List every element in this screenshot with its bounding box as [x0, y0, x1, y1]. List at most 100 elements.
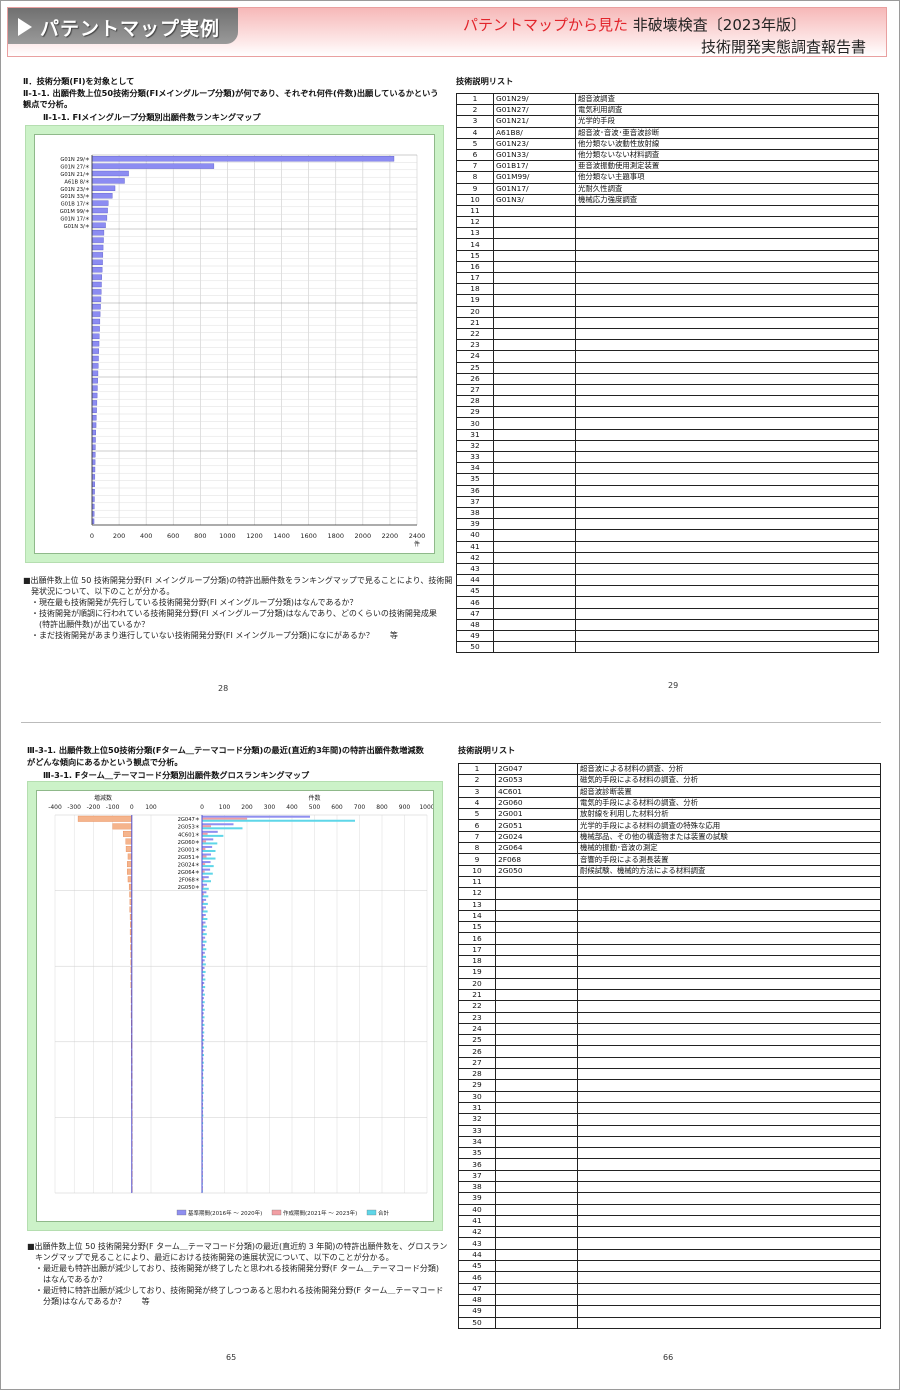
- class-code: [495, 1169, 578, 1182]
- category-label: G01M 99/＊: [60, 209, 90, 215]
- description: [575, 249, 879, 262]
- row-number: 15: [458, 921, 496, 934]
- table-row: 1 2G047 超音波による材料の調査、分析: [458, 762, 881, 776]
- table-row: 21: [458, 988, 881, 1002]
- row-number: 17: [456, 271, 494, 285]
- table-row: 5 2G001 放射線を利用した材料分析: [458, 808, 881, 821]
- analysis-heading-line2: 観点で分析。: [23, 99, 73, 109]
- class-code: [495, 977, 578, 990]
- row-number: 10: [458, 864, 496, 877]
- category-label: G01N 23/＊: [60, 187, 90, 193]
- class-code: [495, 875, 578, 889]
- description: [575, 216, 879, 229]
- class-code: [493, 484, 576, 497]
- x-tick-label: 800: [376, 804, 388, 811]
- table-row: 32: [456, 439, 879, 453]
- row-number: 16: [456, 260, 494, 274]
- fterm-gross-ranking-chart: -400 -300 -200 -100 0 100 増減数 0 100 200 300 400 500 6…: [36, 790, 434, 1222]
- series-bar: [202, 955, 207, 958]
- class-code: [495, 1113, 578, 1126]
- bar: [91, 444, 96, 450]
- table-row: 39: [458, 1192, 881, 1205]
- description: [575, 316, 879, 329]
- description: [577, 909, 881, 923]
- class-code: G01N17/: [493, 182, 576, 195]
- description: [575, 395, 879, 408]
- row-number: 12: [458, 887, 496, 900]
- table-row: 48: [458, 1293, 881, 1307]
- x-tick-label: 1400: [273, 532, 290, 540]
- table-row: 22: [458, 1000, 881, 1013]
- class-code: [493, 227, 576, 240]
- row-number: 45: [458, 1260, 496, 1273]
- description: [577, 1000, 881, 1013]
- table-row: 10 2G050 耐候試験、機械的方法による材料調査: [458, 864, 881, 877]
- description: [577, 932, 881, 945]
- table-row: 22: [456, 327, 879, 341]
- delta-bar: [127, 868, 132, 875]
- description: 機械応力強度調査: [575, 193, 879, 206]
- class-code: [495, 1282, 578, 1295]
- row-number: 14: [456, 238, 494, 251]
- row-number: 38: [458, 1180, 496, 1194]
- class-code: 2G001: [495, 808, 578, 821]
- series-bar: [202, 913, 206, 916]
- row-number: 50: [458, 1316, 496, 1329]
- class-code: [493, 216, 576, 229]
- description: [575, 529, 879, 542]
- table-row: 45: [458, 1260, 881, 1273]
- table-row: 40: [456, 529, 879, 542]
- class-code: [493, 596, 576, 609]
- finding-item: 発状況について、以下のことが分かる。: [23, 587, 175, 596]
- bar: [91, 392, 98, 399]
- description: [575, 484, 879, 497]
- class-code: [493, 372, 576, 385]
- series-bar: [202, 895, 209, 898]
- description: [577, 1034, 881, 1047]
- class-code: 2G060: [495, 796, 578, 810]
- table-row: 43: [456, 562, 879, 576]
- x-tick-label: 400: [140, 532, 152, 540]
- banner-title: パテントマップ実例: [40, 18, 221, 40]
- table-row: 26: [456, 372, 879, 385]
- delta-bar: [127, 861, 132, 868]
- row-number: 30: [458, 1090, 496, 1103]
- description: [577, 1305, 881, 1318]
- table-row: 2 2G053 磁気的手段による材料の調査、分析: [458, 774, 881, 787]
- description: 光学的手段: [575, 115, 879, 128]
- category-label: 2G050＊: [178, 885, 200, 891]
- class-code: [493, 339, 576, 352]
- bar: [91, 459, 96, 465]
- class-code: [493, 271, 576, 285]
- description: [575, 462, 879, 475]
- description: 他分類ないない材料調査: [575, 148, 879, 162]
- table-row: 28: [456, 395, 879, 408]
- row-number: 3: [458, 785, 496, 798]
- description: 機械的振動･音波の測定: [577, 842, 881, 855]
- table-row: 6 G01N33/他分類ないない材料調査: [456, 148, 879, 162]
- category-label: 2G064＊: [178, 870, 200, 876]
- description: [577, 1293, 881, 1307]
- series-bar: [202, 876, 209, 879]
- row-number: 7: [456, 160, 494, 173]
- bar: [91, 311, 101, 317]
- series-bar: [202, 970, 206, 973]
- class-code: [495, 1147, 578, 1160]
- delta-bar: [127, 853, 132, 860]
- class-code: [495, 1079, 578, 1092]
- table-row: 50: [458, 1316, 881, 1329]
- class-code: [495, 1260, 578, 1273]
- description: 超音波による材料の調査、分析: [577, 762, 881, 776]
- class-code: [493, 506, 576, 520]
- row-number: 47: [456, 607, 494, 620]
- table-row: 13: [456, 227, 879, 240]
- description: [575, 372, 879, 385]
- series-bar: [202, 855, 207, 858]
- table-row: 34: [458, 1135, 881, 1149]
- class-code: [493, 473, 576, 486]
- row-number: 21: [456, 316, 494, 329]
- class-code: [493, 361, 576, 374]
- row-number: 19: [456, 294, 494, 307]
- description: [575, 350, 879, 363]
- class-code: [495, 1011, 578, 1024]
